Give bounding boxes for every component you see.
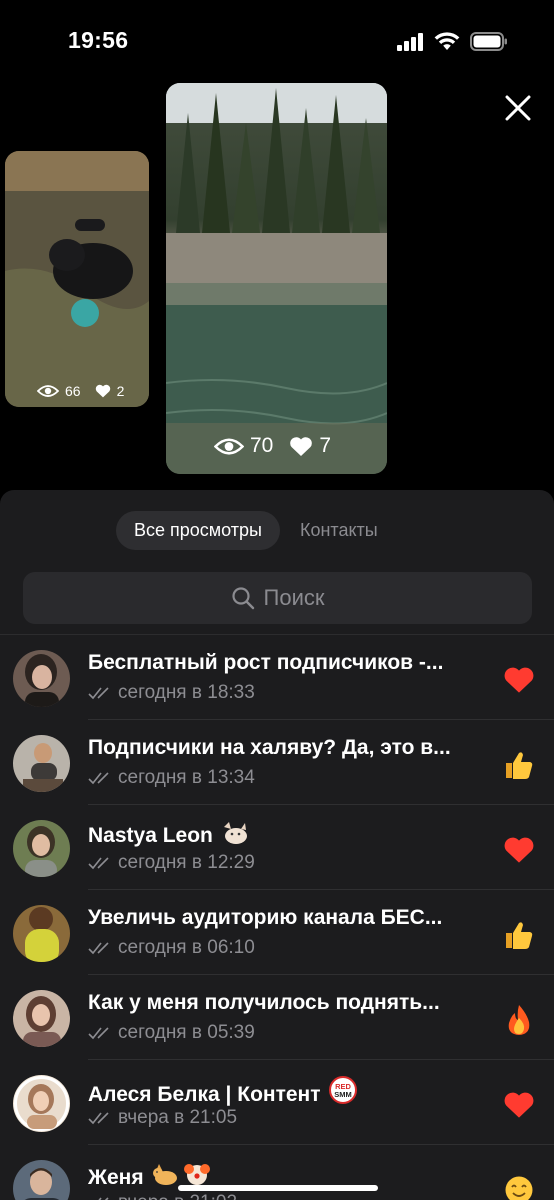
reaction-thumbs-up-icon — [502, 748, 536, 782]
list-item[interactable]: Подписчики на халяву? Да, это в... сегод… — [0, 720, 554, 805]
avatar — [13, 650, 70, 707]
seen-time-text: сегодня в 18:33 — [118, 682, 255, 703]
search-input[interactable]: Поиск — [23, 572, 532, 624]
double-check-icon — [88, 772, 109, 785]
viewer-name: Nastya Leon — [88, 821, 493, 851]
viewer-seen-time: сегодня в 12:29 — [88, 852, 255, 874]
viewers-list: Бесплатный рост подписчиков -... сегодня… — [0, 634, 554, 1200]
story-image-lake — [166, 83, 387, 474]
story-stats: 66 2 — [37, 383, 124, 399]
seen-time-text: вчера в 21:05 — [118, 1107, 238, 1128]
red-smm-badge-icon: RED SMM — [328, 1076, 357, 1110]
story-likes-count: 7 — [319, 434, 332, 457]
red-smm-badge-bottom: SMM — [334, 1090, 352, 1099]
viewers-sheet: Все просмотры Контакты Поиск Бесплатный … — [0, 490, 554, 1200]
viewer-seen-time: сегодня в 06:10 — [88, 937, 255, 959]
story-views-count: 70 — [250, 434, 274, 457]
search-placeholder: Поиск — [263, 585, 325, 610]
cat-emoji-icon — [152, 1161, 180, 1193]
story-thumbnail-dog[interactable]: 66 2 — [5, 151, 149, 407]
reaction-fire-icon — [502, 1003, 536, 1037]
list-item[interactable]: Женя вчера в 21:02 — [0, 1145, 554, 1200]
status-icons — [397, 32, 508, 51]
viewer-seen-time: вчера в 21:02 — [88, 1192, 237, 1200]
seen-time-text: сегодня в 06:10 — [118, 937, 255, 958]
status-bar: 19:56 — [0, 0, 554, 84]
search-icon — [231, 587, 254, 610]
double-check-icon — [98, 1197, 109, 1200]
viewer-seen-time: сегодня в 13:34 — [88, 767, 255, 789]
viewer-seen-time: сегодня в 05:39 — [88, 1022, 255, 1044]
seen-time-text: сегодня в 13:34 — [118, 767, 255, 788]
battery-icon — [470, 32, 507, 51]
story-views-count: 66 — [65, 383, 81, 399]
home-indicator[interactable] — [178, 1185, 378, 1191]
close-button[interactable] — [500, 90, 536, 126]
tab-contacts[interactable]: Контакты — [282, 511, 396, 550]
eye-icon — [214, 438, 244, 454]
heart-icon — [95, 384, 110, 398]
reaction-heart-icon — [502, 1088, 536, 1122]
list-item[interactable]: Как у меня получилось поднять... сегодня… — [0, 975, 554, 1060]
reaction-heart-icon — [502, 663, 536, 697]
avatar — [13, 1075, 70, 1132]
list-item[interactable]: Алеся Белка | Контент RED SMM вчера в 21:0… — [0, 1060, 554, 1145]
list-item[interactable]: Nastya Leon сегодня в 12:29 — [0, 805, 554, 890]
list-item[interactable]: Бесплатный рост подписчиков -... сегодня… — [0, 635, 554, 720]
eye-icon — [37, 385, 59, 397]
wifi-icon — [434, 32, 460, 50]
double-check-icon — [88, 1027, 109, 1040]
reaction-smile-icon — [502, 1173, 536, 1200]
seen-time-text: вчера в 21:02 — [118, 1192, 237, 1200]
viewer-name: Увеличь аудиторию канала БЕС... — [88, 906, 443, 929]
avatar — [13, 905, 70, 962]
story-image-dog — [5, 151, 149, 407]
double-check-icon — [88, 857, 109, 870]
heart-icon — [290, 436, 313, 456]
story-likes-count: 2 — [116, 383, 125, 399]
reaction-heart-icon — [502, 833, 536, 867]
reaction-thumbs-up-icon — [502, 918, 536, 952]
viewer-seen-time: сегодня в 18:33 — [88, 682, 255, 704]
tabs-segmented-control: Все просмотры Контакты — [116, 511, 396, 550]
list-item[interactable]: Увеличь аудиторию канала БЕС... сегодня … — [0, 890, 554, 975]
viewer-seen-time: вчера в 21:05 — [88, 1107, 237, 1129]
story-stats: 70 7 — [214, 434, 331, 458]
double-check-icon — [88, 1112, 109, 1125]
avatar — [13, 820, 70, 877]
avatar — [13, 1160, 70, 1200]
avatar — [13, 735, 70, 792]
seen-time-text: сегодня в 12:29 — [118, 852, 255, 873]
close-icon — [505, 95, 531, 121]
viewer-name: Как у меня получилось поднять... — [88, 991, 440, 1014]
avatar — [13, 990, 70, 1047]
double-check-icon — [88, 687, 109, 700]
story-thumbnail-lake[interactable]: 70 7 — [166, 83, 387, 474]
double-check-icon — [88, 942, 109, 955]
status-time: 19:56 — [68, 27, 129, 53]
cellular-signal-icon — [397, 32, 423, 51]
viewer-name: Подписчики на халяву? Да, это в... — [88, 736, 451, 759]
viewer-name: Алеся Белка | Контент RED SMM — [88, 1076, 493, 1110]
seen-time-text: сегодня в 05:39 — [118, 1022, 255, 1043]
tab-all-views[interactable]: Все просмотры — [116, 511, 280, 550]
viewer-name: Бесплатный рост подписчиков -... — [88, 651, 444, 674]
cat-emoji-icon — [221, 821, 249, 851]
